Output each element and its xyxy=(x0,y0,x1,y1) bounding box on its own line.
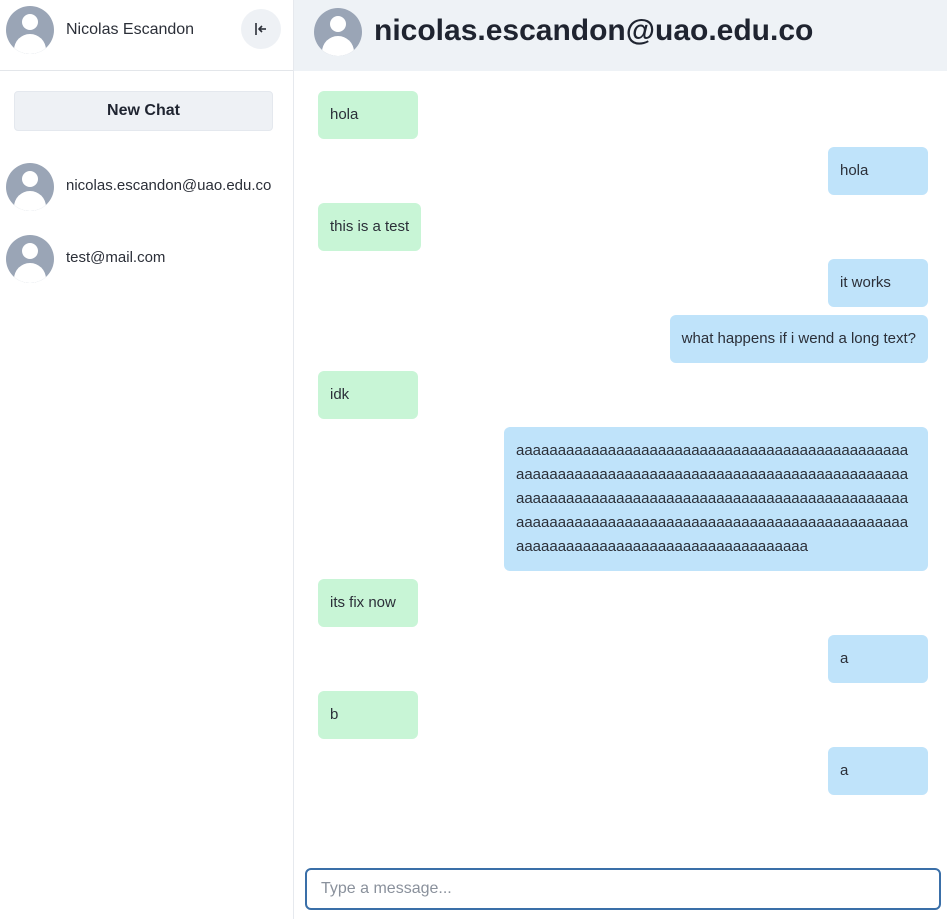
message-composer xyxy=(305,868,941,910)
logout-button[interactable] xyxy=(241,9,281,49)
contact-avatar-icon xyxy=(6,235,54,283)
logout-icon xyxy=(255,23,266,35)
message-incoming: this is a test xyxy=(318,203,422,251)
chat-header: nicolas.escandon@uao.edu.co xyxy=(294,0,947,71)
message-incoming: b xyxy=(318,691,418,739)
message-outgoing: hola xyxy=(828,147,928,195)
contact-avatar-icon xyxy=(6,163,54,211)
user-name: Nicolas Escandon xyxy=(66,21,195,38)
chat-title: nicolas.escandon@uao.edu.co xyxy=(374,14,814,47)
message-incoming: idk xyxy=(318,371,418,419)
message-outgoing: it works xyxy=(828,259,928,307)
message-outgoing: aaaaaaaaaaaaaaaaaaaaaaaaaaaaaaaaaaaaaaaa… xyxy=(504,427,928,571)
message-outgoing: a xyxy=(828,747,928,795)
sidebar-header: Nicolas Escandon xyxy=(0,0,293,71)
contact-item[interactable]: nicolas.escandon@uao.edu.co xyxy=(0,159,293,215)
contact-item[interactable]: test@mail.com xyxy=(0,231,293,287)
user-avatar-icon xyxy=(6,6,54,54)
chat-avatar-icon xyxy=(314,8,362,56)
message-incoming: hola xyxy=(318,91,418,139)
chat-panel: nicolas.escandon@uao.edu.co hola hola th… xyxy=(294,0,947,919)
sidebar: Nicolas Escandon New Chat nicolas.escand… xyxy=(0,0,294,919)
new-chat-button[interactable]: New Chat xyxy=(14,91,273,131)
contact-label: nicolas.escandon@uao.edu.co xyxy=(66,177,272,194)
message-outgoing: what happens if i wend a long text? xyxy=(669,315,928,363)
contact-label: test@mail.com xyxy=(66,249,166,266)
message-incoming: its fix now xyxy=(318,579,418,627)
message-input[interactable] xyxy=(307,870,939,908)
message-outgoing: a xyxy=(828,635,928,683)
